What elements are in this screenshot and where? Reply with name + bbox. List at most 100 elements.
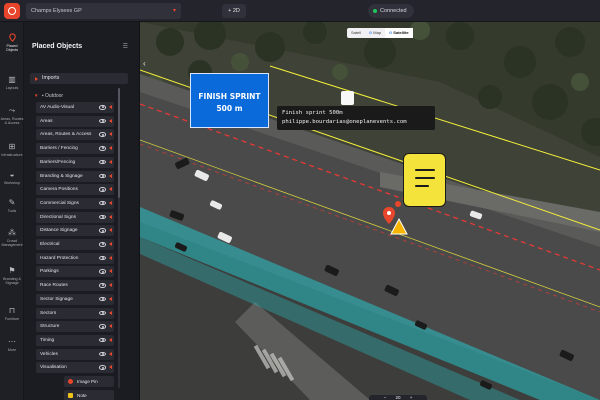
sub-layer-row[interactable]: Note	[64, 390, 114, 400]
eye-icon[interactable]	[99, 255, 106, 261]
layer-row[interactable]: Sector Signage	[36, 293, 114, 305]
collapse-panel-icon[interactable]: ‹	[143, 59, 146, 68]
layer-row[interactable]: Branding & Signage	[36, 170, 114, 182]
app-logo[interactable]	[4, 3, 20, 19]
eye-icon[interactable]	[99, 214, 106, 220]
panel-scrollbar[interactable]	[118, 88, 120, 388]
layer-row[interactable]: Camera Positions	[36, 184, 114, 196]
eye-icon[interactable]	[99, 310, 106, 315]
rail-item-crowd-management[interactable]: ⁂ Crowd Management	[0, 228, 24, 247]
layer-row[interactable]: Vehicles	[36, 348, 114, 360]
layer-name: Distance Signage	[40, 228, 78, 234]
eye-icon[interactable]	[99, 242, 106, 247]
eye-icon[interactable]	[99, 146, 106, 151]
expand-arrow-icon[interactable]	[109, 146, 112, 151]
expand-arrow-icon[interactable]	[109, 351, 112, 356]
eye-icon[interactable]	[99, 351, 106, 357]
rail-item-infrastructure[interactable]: ⊞ Infrastructure	[0, 142, 24, 157]
sign-marker[interactable]	[341, 91, 354, 105]
layer-row[interactable]: Parkings	[36, 266, 114, 278]
expand-arrow-icon[interactable]	[109, 296, 112, 301]
eye-icon[interactable]	[99, 173, 106, 178]
layer-row[interactable]: Hazard Protection	[36, 252, 114, 264]
expand-arrow-icon[interactable]	[109, 118, 112, 123]
rail-item-workshop[interactable]: ◒ Workshop	[0, 170, 24, 185]
eye-icon[interactable]	[99, 324, 106, 329]
expand-arrow-icon[interactable]	[109, 242, 112, 246]
rail-item-placed-objects[interactable]: Placed Objects	[0, 33, 24, 52]
placed-objects-panel: Placed Objects ☰ Imports ▼ ▪ Outdoor AV …	[24, 22, 140, 400]
rail-item-more[interactable]: ⋯ More	[0, 337, 24, 352]
expand-arrow-icon[interactable]	[109, 200, 112, 205]
expand-arrow-icon[interactable]	[109, 173, 112, 178]
eye-icon[interactable]	[99, 105, 106, 110]
basemap-option-selected[interactable]: G Satellite	[385, 28, 413, 38]
expand-arrow-icon[interactable]	[109, 187, 112, 192]
rail-label: Placed Objects	[5, 44, 19, 53]
expand-arrow-icon[interactable]	[109, 310, 112, 315]
eye-icon[interactable]	[99, 200, 106, 206]
layer-row[interactable]: Barriers/Fencing	[36, 156, 114, 168]
expand-arrow-icon[interactable]	[109, 214, 112, 219]
rail-item-branding-signage[interactable]: ⚑ Branding & Signage	[0, 266, 24, 285]
eye-icon[interactable]	[99, 159, 106, 165]
eye-icon[interactable]	[99, 337, 106, 343]
eye-icon[interactable]	[99, 283, 106, 288]
sub-layer-row[interactable]: Image Pin	[64, 376, 114, 387]
layer-row[interactable]: Race Routes	[36, 280, 114, 292]
rail-item-furniture[interactable]: ⊓ Furniture	[0, 306, 24, 321]
imports-group[interactable]: Imports	[30, 73, 128, 84]
layer-row[interactable]: Electrical	[36, 239, 114, 250]
expand-arrow-icon[interactable]	[109, 132, 112, 137]
layer-row[interactable]: Distance Signage	[36, 225, 114, 237]
eye-icon[interactable]	[99, 132, 106, 137]
map-canvas[interactable]: ‹ Satell G Map G Satellite FINISH SPRINT…	[140, 22, 600, 400]
layer-row[interactable]: Directional Signs	[36, 211, 114, 223]
expand-arrow-icon[interactable]	[109, 269, 112, 274]
layer-row[interactable]: Sectors	[36, 307, 114, 319]
basemap-option[interactable]: G Map	[365, 28, 385, 38]
view-mode-toggle[interactable]: + 2D	[222, 4, 246, 18]
layer-row[interactable]: Areas, Routes & Access	[36, 129, 114, 141]
eye-icon[interactable]	[99, 187, 106, 192]
layer-row[interactable]: Timing	[36, 334, 114, 346]
layer-row[interactable]: Barriers / Fencing	[36, 143, 114, 155]
eye-icon[interactable]	[99, 296, 106, 302]
chevron-down-icon: ▼	[34, 93, 39, 98]
rail-item-layouts[interactable]: ▥ Layouts	[0, 75, 24, 90]
eye-icon[interactable]	[99, 365, 106, 370]
layer-row[interactable]: Visualisation	[36, 362, 114, 374]
layer-row[interactable]: Structure	[36, 321, 114, 333]
note-icon[interactable]	[403, 153, 446, 207]
zoom-in-button[interactable]: +	[410, 395, 413, 400]
zoom-out-button[interactable]: −	[384, 395, 387, 400]
project-selector[interactable]: Champs Elysees GP ▾	[26, 3, 181, 19]
status-dot-icon	[373, 9, 377, 13]
layer-name: Sector Signage	[40, 296, 73, 302]
eye-icon[interactable]	[99, 269, 106, 274]
layer-row[interactable]: Areas	[36, 115, 114, 127]
basemap-switcher: Satell G Map G Satellite	[347, 28, 413, 38]
layer-row[interactable]: AV Audio-Visual	[36, 102, 114, 113]
finish-sprint-sign[interactable]: FINISH SPRINT 500 m	[190, 73, 269, 128]
expand-arrow-icon[interactable]	[109, 228, 112, 233]
rail-item-areas-routes[interactable]: ⤳ Areas, Routes & Access	[0, 106, 24, 125]
eye-icon[interactable]	[99, 118, 106, 124]
left-rail: Placed Objects ▥ Layouts ⤳ Areas, Routes…	[0, 22, 24, 400]
rail-item-tools[interactable]: ✎ Tools	[0, 198, 24, 213]
expand-arrow-icon[interactable]	[109, 159, 112, 164]
scrollbar-thumb[interactable]	[118, 88, 120, 198]
expand-arrow-icon[interactable]	[109, 255, 112, 260]
outdoor-group[interactable]: ▼ ▪ Outdoor	[34, 93, 63, 99]
layer-row[interactable]: Commercial Signs	[36, 197, 114, 209]
expand-arrow-icon[interactable]	[109, 105, 112, 109]
expand-arrow-icon[interactable]	[109, 365, 112, 370]
basemap-option[interactable]: Satell	[347, 28, 365, 38]
expand-arrow-icon[interactable]	[109, 324, 112, 329]
eye-icon[interactable]	[99, 228, 106, 233]
layer-name: Camera Positions	[40, 187, 78, 193]
flag-icon: ⚑	[8, 266, 16, 275]
panel-menu-icon[interactable]: ☰	[123, 43, 128, 50]
expand-arrow-icon[interactable]	[109, 337, 112, 342]
expand-arrow-icon[interactable]	[109, 283, 112, 288]
